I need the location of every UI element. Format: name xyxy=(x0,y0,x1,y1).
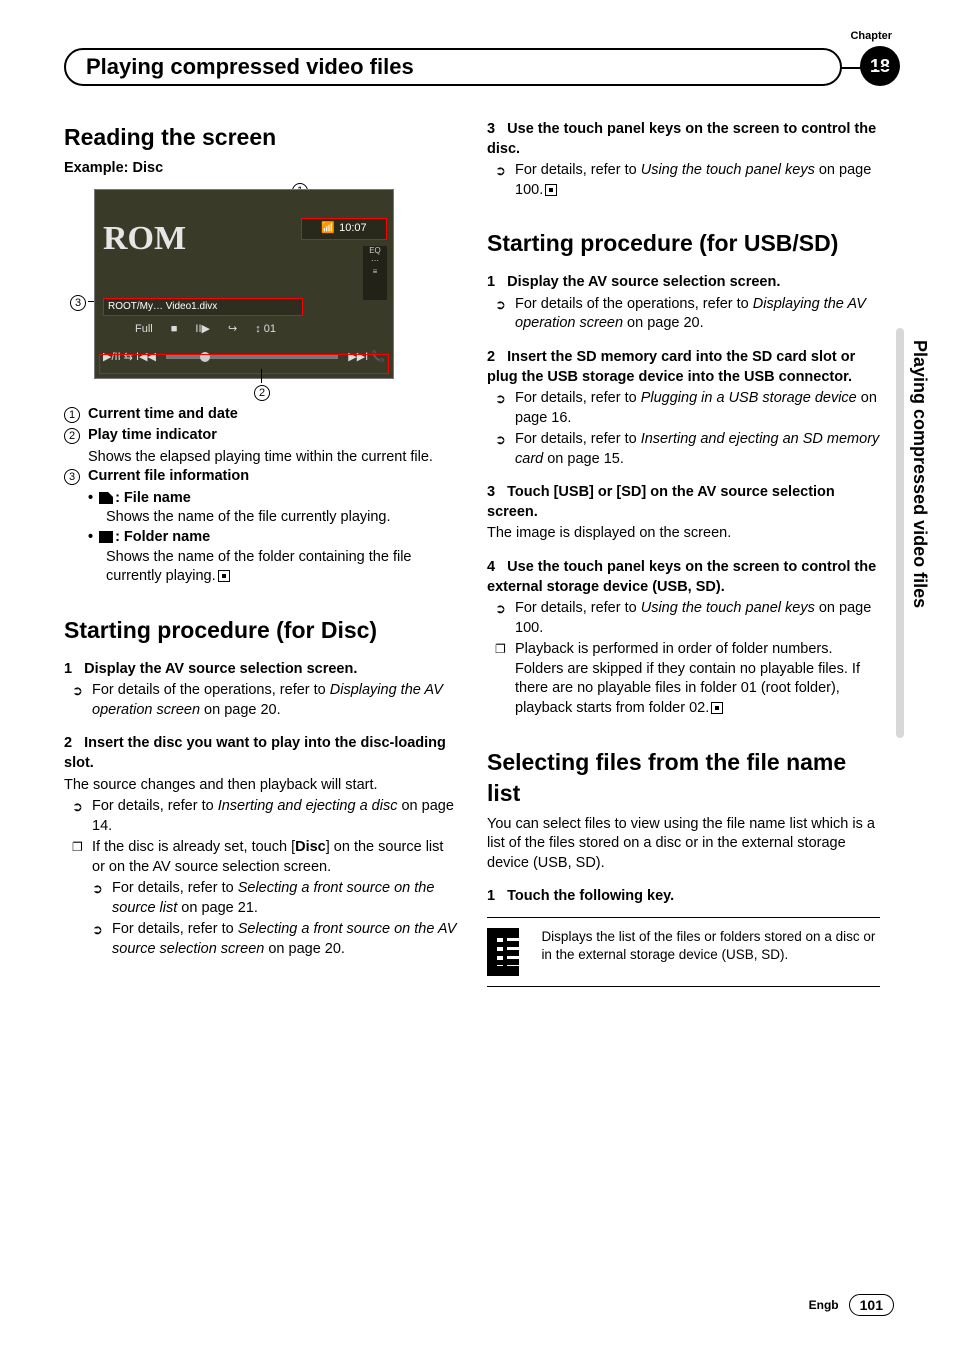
list-key-desc: Displays the list of the files or folder… xyxy=(541,928,880,964)
rom-overlay-text: ROM xyxy=(103,216,186,262)
legend-2-desc: Shows the elapsed playing time within th… xyxy=(88,448,457,468)
usb-step-2-ref-b: For details, refer to Inserting and ejec… xyxy=(515,430,880,469)
disc-step-2-ref-a: For details, refer to Inserting and ejec… xyxy=(92,797,457,836)
disc-step-2-desc: The source changes and then playback wil… xyxy=(64,776,457,796)
legend-3b-desc: Shows the name of the folder containing … xyxy=(106,548,457,587)
side-indicator-bar xyxy=(896,328,904,738)
heading-reading-screen: Reading the screen xyxy=(64,122,457,153)
section-end-icon xyxy=(545,184,557,196)
usb-step-2: 2 Insert the SD memory card into the SD … xyxy=(487,348,880,387)
disc-step-2-note: If the disc is already set, touch [Disc]… xyxy=(92,838,457,877)
file-icon xyxy=(99,492,113,504)
usb-step-1-ref: For details of the operations, refer to … xyxy=(515,295,880,334)
heading-starting-disc: Starting procedure (for Disc) xyxy=(64,615,457,646)
disc-step-1: 1 Display the AV source selection screen… xyxy=(64,660,457,680)
folder-icon xyxy=(99,531,113,543)
disc-step-2-ref-b: For details, refer to Selecting a front … xyxy=(112,879,457,918)
control-row-1: Full■II▶↪↕ 01 xyxy=(135,322,276,337)
lang-code: Engb xyxy=(809,1298,839,1312)
disc-step-2: 2 Insert the disc you want to play into … xyxy=(64,734,457,773)
example-label: Example: Disc xyxy=(64,159,457,179)
chapter-number-badge: 18 xyxy=(860,46,900,86)
usb-step-4-note: Playback is performed in order of folder… xyxy=(515,640,880,718)
usb-step-4-ref: For details, refer to Using the touch pa… xyxy=(515,599,880,638)
example-screenshot-wrap: 1 3 ROM 📶10:07 EQ⋯≡ ROOT/My… Video1.divx… xyxy=(94,189,414,379)
section-end-icon xyxy=(711,702,723,714)
page-number: 101 xyxy=(849,1294,894,1316)
eq-icon-area: EQ⋯≡ xyxy=(363,246,387,300)
right-column: 3 Use the touch panel keys on the screen… xyxy=(487,120,898,987)
callout-2: 2 xyxy=(254,383,270,401)
disc-step-1-ref: For details of the operations, refer to … xyxy=(92,681,457,720)
legend-1-title: Current time and date xyxy=(88,405,238,425)
date-time-box: 📶10:07 xyxy=(301,218,387,240)
time-indicator-box xyxy=(99,354,389,374)
usb-step-1: 1 Display the AV source selection screen… xyxy=(487,273,880,293)
usb-step-3-desc: The image is displayed on the screen. xyxy=(487,524,880,544)
selecting-files-desc: You can select files to view using the f… xyxy=(487,815,880,874)
disc-step-3: 3 Use the touch panel keys on the screen… xyxy=(487,120,880,159)
left-column: Reading the screen Example: Disc 1 3 ROM… xyxy=(64,120,457,987)
legend-3a: : File name xyxy=(88,489,457,509)
page-footer: Engb 101 xyxy=(809,1294,894,1316)
legend-3b: : Folder name xyxy=(88,528,457,548)
legend-list: 1Current time and date 2Play time indica… xyxy=(64,405,457,587)
section-end-icon xyxy=(218,570,230,582)
legend-3-title: Current file information xyxy=(88,467,249,487)
chapter-label: Chapter xyxy=(850,30,892,42)
sel-step-1: 1 Touch the following key. xyxy=(487,887,880,907)
header-bar: Playing compressed video files xyxy=(64,48,842,86)
usb-step-3: 3 Touch [USB] or [SD] on the AV source s… xyxy=(487,483,880,522)
callout-3: 3 xyxy=(70,293,86,311)
disc-step-2-ref-c: For details, refer to Selecting a front … xyxy=(112,920,457,959)
usb-step-2-ref-a: For details, refer to Plugging in a USB … xyxy=(515,389,880,428)
legend-2-title: Play time indicator xyxy=(88,426,217,446)
side-tab-label: Playing compressed video files xyxy=(909,340,930,608)
disc-step-3-ref: For details, refer to Using the touch pa… xyxy=(515,161,880,200)
heading-selecting-files: Selecting files from the file name list xyxy=(487,747,880,809)
list-key-row: Displays the list of the files or folder… xyxy=(487,917,880,987)
example-screenshot: ROM 📶10:07 EQ⋯≡ ROOT/My… Video1.divx Ful… xyxy=(94,189,394,379)
usb-step-4: 4 Use the touch panel keys on the screen… xyxy=(487,558,880,597)
heading-starting-usb: Starting procedure (for USB/SD) xyxy=(487,228,880,259)
header-title: Playing compressed video files xyxy=(86,54,414,79)
list-key-icon[interactable] xyxy=(487,928,519,976)
file-path-box: ROOT/My… Video1.divx xyxy=(103,298,303,316)
legend-3a-desc: Shows the name of the file currently pla… xyxy=(106,508,457,528)
